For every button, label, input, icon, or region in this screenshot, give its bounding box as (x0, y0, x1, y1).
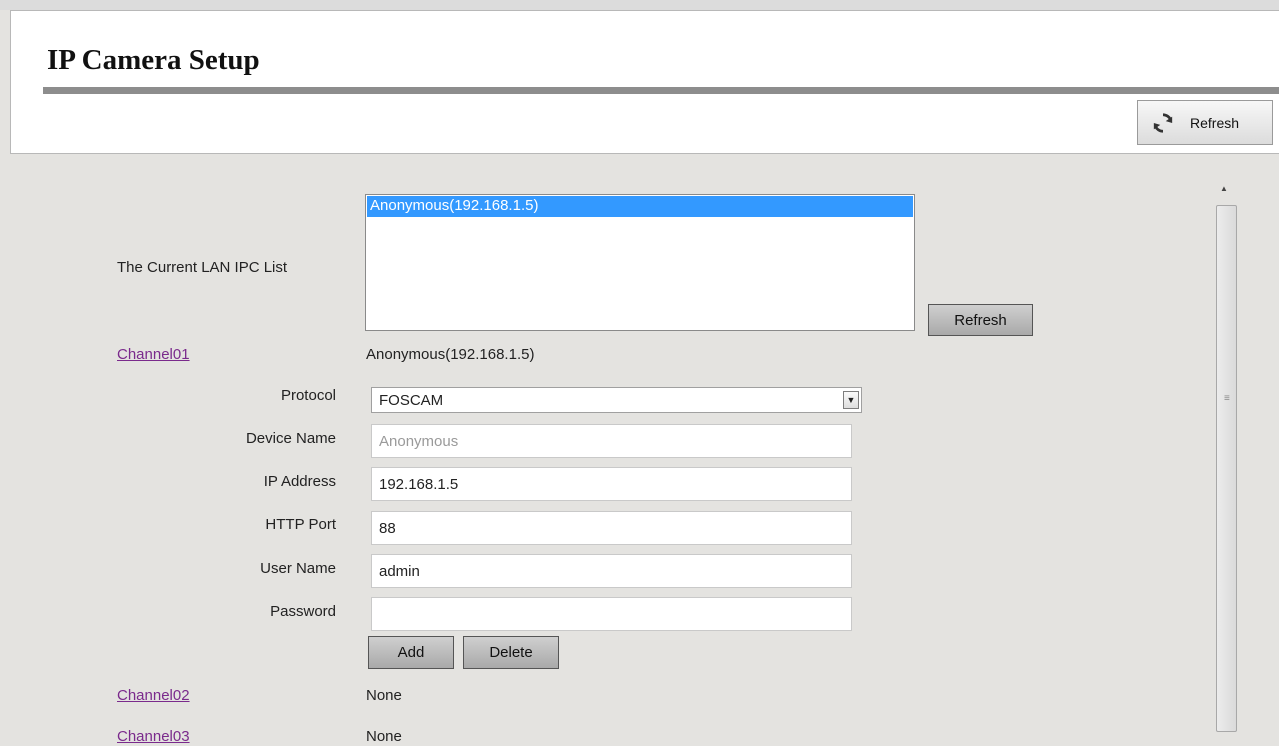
add-button[interactable]: Add (368, 636, 454, 669)
channel02-value: None (366, 687, 402, 704)
channel01-value: Anonymous(192.168.1.5) (366, 346, 535, 363)
ip-address-field[interactable]: 192.168.1.5 (371, 467, 852, 501)
title-divider (43, 87, 1279, 94)
protocol-select[interactable]: FOSCAM ▼ (371, 387, 862, 413)
top-strip (0, 0, 1279, 10)
channel02-link[interactable]: Channel02 (117, 687, 190, 704)
http-port-label: HTTP Port (265, 516, 336, 533)
channel01-link[interactable]: Channel01 (117, 346, 190, 363)
ip-address-value: 192.168.1.5 (379, 475, 459, 493)
lan-list-refresh-button[interactable]: Refresh (928, 304, 1033, 336)
scrollbar-thumb[interactable]: ≡ (1216, 205, 1237, 732)
http-port-field[interactable]: 88 (371, 511, 852, 545)
chevron-down-icon[interactable]: ▼ (843, 391, 859, 409)
http-port-value: 88 (379, 519, 396, 537)
protocol-label: Protocol (280, 387, 336, 404)
page-title: IP Camera Setup (47, 44, 260, 76)
password-field[interactable] (371, 597, 852, 631)
lan-ipc-list[interactable]: Anonymous(192.168.1.5) (365, 194, 915, 331)
protocol-select-value: FOSCAM (379, 391, 444, 409)
header-refresh-label: Refresh (1190, 114, 1240, 131)
device-name-field[interactable]: Anonymous (371, 424, 852, 458)
password-label: Password (270, 603, 336, 620)
user-name-label: User Name (260, 560, 336, 577)
ip-address-label: IP Address (263, 473, 336, 490)
user-name-field[interactable]: admin (371, 554, 852, 588)
channel03-value: None (366, 728, 402, 745)
device-name-label: Device Name (245, 430, 336, 447)
page-header: IP Camera Setup Refresh (10, 10, 1279, 154)
delete-button[interactable]: Delete (463, 636, 559, 669)
header-refresh-button[interactable]: Refresh (1137, 100, 1273, 145)
user-name-value: admin (379, 562, 420, 580)
grip-icon: ≡ (1224, 393, 1230, 404)
vertical-scrollbar[interactable]: ▲ ≡ (1212, 178, 1240, 746)
device-name-value: Anonymous (379, 432, 459, 450)
scroll-up-arrow-icon[interactable]: ▲ (1220, 184, 1228, 193)
channel03-link[interactable]: Channel03 (117, 728, 190, 745)
lan-ipc-list-item[interactable]: Anonymous(192.168.1.5) (367, 196, 913, 217)
lan-ipc-list-label: The Current LAN IPC List (117, 259, 288, 276)
refresh-icon (1153, 112, 1173, 133)
